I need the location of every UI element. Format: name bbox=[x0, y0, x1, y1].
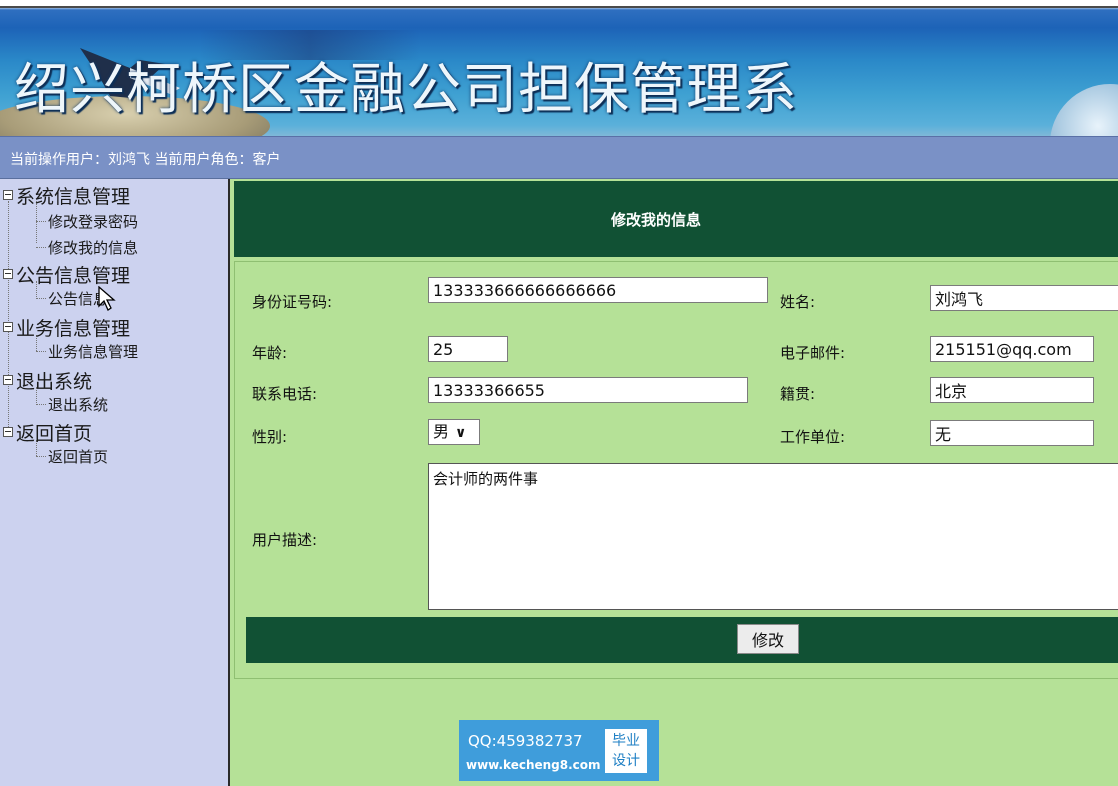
tree-connector bbox=[36, 351, 46, 352]
name-label: 姓名: bbox=[780, 293, 816, 311]
watermark-badge: QQ:459382737 www.kecheng8.com 毕业 设计 bbox=[459, 720, 659, 781]
sidebar-item-logout[interactable]: 退出系统 bbox=[48, 394, 108, 415]
sidebar-item-business[interactable]: 业务信息管理 bbox=[48, 341, 138, 362]
sidebar-tree: 系统信息管理 修改登录密码 修改我的信息 公告信息管理 公告信息 业务信息管理 … bbox=[0, 179, 230, 786]
origin-input[interactable] bbox=[930, 377, 1094, 403]
id-number-input[interactable] bbox=[428, 277, 768, 303]
watermark-logo: 毕业 设计 bbox=[605, 729, 647, 773]
email-input[interactable] bbox=[930, 336, 1094, 362]
mouse-cursor-icon bbox=[98, 286, 116, 311]
watermark-site: www.kecheng8.com bbox=[466, 758, 601, 772]
id-number-label: 身份证号码: bbox=[252, 293, 333, 311]
gender-label: 性别: bbox=[252, 428, 288, 446]
collapse-icon[interactable] bbox=[3, 427, 13, 437]
form-action-bar: 修改 bbox=[246, 617, 1118, 663]
name-input[interactable] bbox=[930, 285, 1118, 311]
main-content: 修改我的信息 身份证号码: 姓名: 年龄: 电子邮件: 联系电话: 籍贯: 性别… bbox=[230, 179, 1118, 786]
watermark-qq: QQ:459382737 bbox=[468, 732, 583, 750]
edit-info-form: 身份证号码: 姓名: 年龄: 电子邮件: 联系电话: 籍贯: 性别: 男∨ 工作… bbox=[234, 261, 1118, 679]
description-textarea[interactable]: 会计师的两件事 bbox=[428, 463, 1118, 610]
tree-connector bbox=[36, 298, 46, 299]
banner-top-line bbox=[0, 6, 1118, 8]
tree-connector bbox=[36, 404, 46, 405]
sidebar-group-home[interactable]: 返回首页 bbox=[3, 419, 92, 446]
system-title: 绍兴柯桥区金融公司担保管理系 bbox=[14, 57, 799, 121]
sidebar-group-logout[interactable]: 退出系统 bbox=[3, 367, 92, 394]
form-title: 修改我的信息 bbox=[610, 211, 701, 229]
collapse-icon[interactable] bbox=[3, 322, 13, 332]
tree-connector bbox=[36, 456, 46, 457]
age-input[interactable] bbox=[428, 336, 508, 362]
sidebar-item-home[interactable]: 返回首页 bbox=[48, 446, 108, 467]
sidebar-item-change-password[interactable]: 修改登录密码 bbox=[48, 211, 138, 232]
sidebar-item-edit-my-info[interactable]: 修改我的信息 bbox=[48, 237, 138, 258]
collapse-icon[interactable] bbox=[3, 375, 13, 385]
email-label: 电子邮件: bbox=[780, 344, 846, 362]
collapse-icon[interactable] bbox=[3, 190, 13, 200]
description-label: 用户描述: bbox=[252, 531, 318, 549]
collapse-icon[interactable] bbox=[3, 269, 13, 279]
age-label: 年龄: bbox=[252, 344, 288, 362]
sidebar-group-business[interactable]: 业务信息管理 bbox=[3, 314, 130, 341]
chevron-down-icon: ∨ bbox=[455, 425, 467, 441]
work-unit-label: 工作单位: bbox=[780, 428, 846, 446]
phone-input[interactable] bbox=[428, 377, 748, 403]
form-header: 修改我的信息 bbox=[234, 181, 1118, 257]
sidebar-group-announcement[interactable]: 公告信息管理 bbox=[3, 261, 130, 288]
current-user-text: 当前操作用户：刘鸿飞 当前用户角色：客户 bbox=[10, 152, 281, 168]
origin-label: 籍贯: bbox=[780, 385, 816, 403]
tree-connector bbox=[36, 247, 46, 248]
gender-select[interactable]: 男 ∨ bbox=[428, 419, 480, 445]
user-info-bar: 当前操作用户：刘鸿飞 当前用户角色：客户 bbox=[0, 136, 1118, 179]
sidebar-group-system[interactable]: 系统信息管理 bbox=[3, 182, 130, 209]
work-unit-input[interactable] bbox=[930, 420, 1094, 446]
banner-globe-image bbox=[1050, 84, 1118, 136]
submit-button[interactable]: 修改 bbox=[737, 624, 799, 654]
tree-connector bbox=[36, 221, 46, 222]
phone-label: 联系电话: bbox=[252, 385, 318, 403]
banner: 绍兴柯桥区金融公司担保管理系 bbox=[0, 0, 1118, 136]
